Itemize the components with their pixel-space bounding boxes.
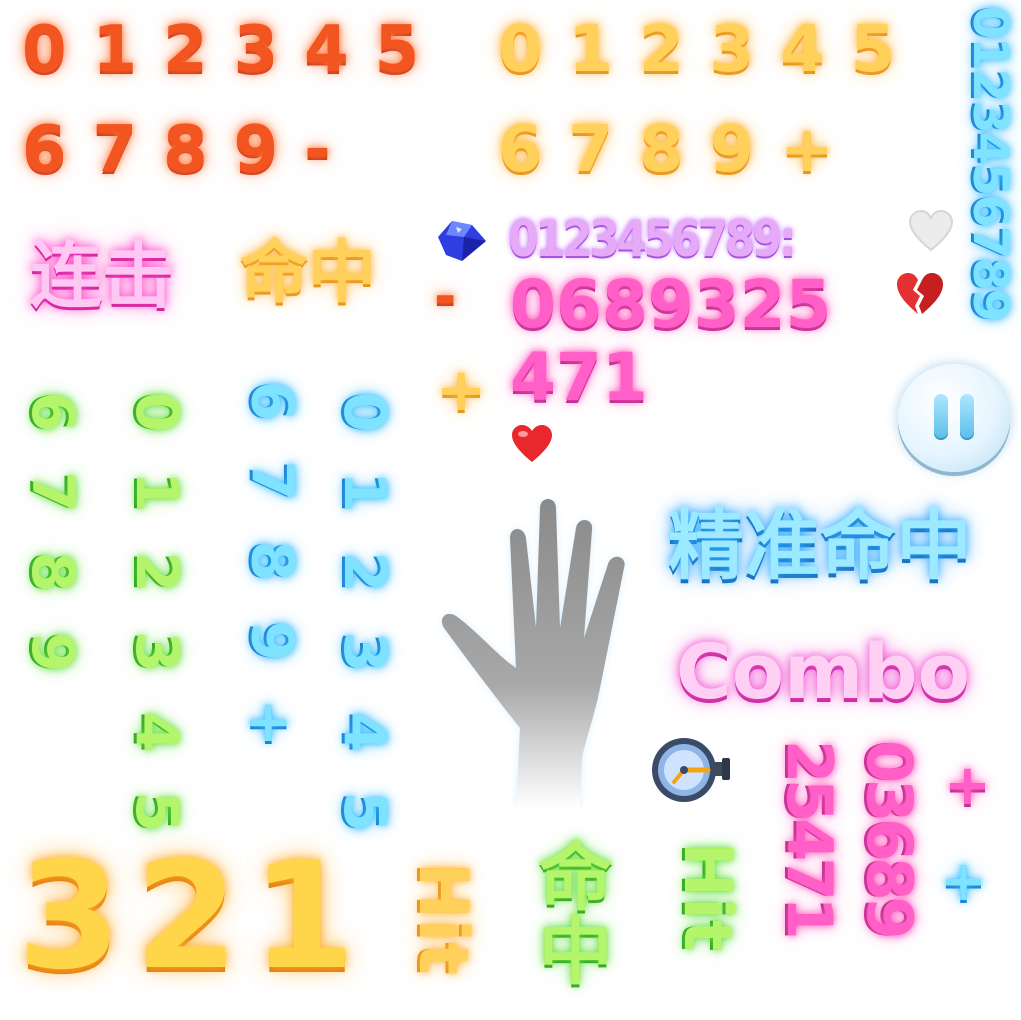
pink-plus: + [944,753,991,818]
gold-digit: 7 [568,113,640,187]
gold-digit: 1 [568,13,640,87]
gold-digit: 6 [498,113,569,187]
red-digit: 1 [92,13,164,87]
pink-digit-row-1: 0689325 [510,266,832,343]
green-digit: 0 [123,391,192,433]
gold-digit: 9 [709,113,781,187]
gold-digit: 0 [498,13,569,87]
heart-gray-icon [908,210,954,252]
gem-icon [438,221,486,261]
gold-digit-row-1: 012345 [498,18,921,82]
red-digit-row-1: 012345 [22,18,445,82]
blue-digit: 5 [331,791,400,833]
green-digit: 1 [123,471,192,513]
plus-symbol: + [436,355,487,425]
red-digit: 6 [22,113,93,187]
hit-green-cn-label: 命中 [526,838,612,986]
pink-digit-row-2: 471 [510,339,648,416]
green-digit: 8 [19,551,88,593]
red-digit: 9 [233,113,305,187]
pause-icon [960,394,974,440]
precise-hit-label: 精准命中 [668,501,972,590]
green-digit: 9 [19,631,88,673]
blue-digit: 1 [331,471,400,513]
minus-symbol: - [434,265,457,328]
gold-digit: 3 [709,13,781,87]
red-digit: 4 [304,13,375,87]
green-digit: 5 [123,791,192,833]
red-digit-row-2: 6789- [22,118,357,182]
blue-digit-column-2: 0 1 2 3 4 5 [331,372,399,852]
blue-digit-column-1: 6 7 8 9 + [230,372,306,772]
gold-digit-row-2: 6789+ [498,118,860,182]
blue-digit: 0 [331,391,400,433]
big-number: 321 [18,830,369,1002]
red-minus: - [304,113,357,187]
green-digit: 3 [123,631,192,673]
red-digit: 0 [22,13,93,87]
blue-digit: 2 [331,551,400,593]
gold-digit: 5 [850,13,922,87]
red-digit: 7 [92,113,164,187]
hit-label-cn: 命中 [240,234,377,313]
green-digit: 2 [123,551,192,593]
pause-icon [934,394,948,440]
blue-plus-symbol: + [940,849,987,914]
combo-label-cn: 连击 [30,234,175,318]
green-digit-column-1: 6 7 8 9 [19,372,87,692]
red-digit: 2 [163,13,234,87]
heart-red-icon [512,425,552,462]
pink-vertical-digits-1: 25471 [773,740,846,936]
red-digit: 3 [233,13,305,87]
gold-digit: 4 [780,13,851,87]
pause-button[interactable] [898,364,1010,472]
green-digit: 4 [123,711,192,753]
blue-digit: 6 [238,380,307,422]
gold-digit: 2 [639,13,710,87]
gold-plus: + [780,113,860,187]
blue-plus: + [244,687,293,755]
hit-gold-label: Hit [403,862,482,975]
green-digit-column-2: 0 1 2 3 4 5 [123,372,191,852]
stopwatch-icon [652,738,730,802]
hand-icon [441,499,625,808]
green-digit: 7 [19,471,88,513]
red-digit: 5 [374,13,446,87]
heart-broken-icon [897,273,943,314]
blue-digit: 4 [331,711,400,753]
purple-digit-row: 0123456789: [508,210,797,268]
gold-digit: 8 [639,113,710,187]
blue-digit: 7 [238,460,307,502]
hit-green-label: Hit [669,842,746,952]
combo-label: Combo [676,627,970,716]
cyan-vertical-digits: 0123456789 [962,6,1018,320]
blue-digit: 9 [238,620,307,662]
pink-vertical-digits-2: 03689 [853,740,926,936]
blue-digit: 3 [331,631,400,673]
red-digit: 8 [163,113,234,187]
blue-digit: 8 [238,540,307,582]
green-digit: 6 [19,391,88,433]
